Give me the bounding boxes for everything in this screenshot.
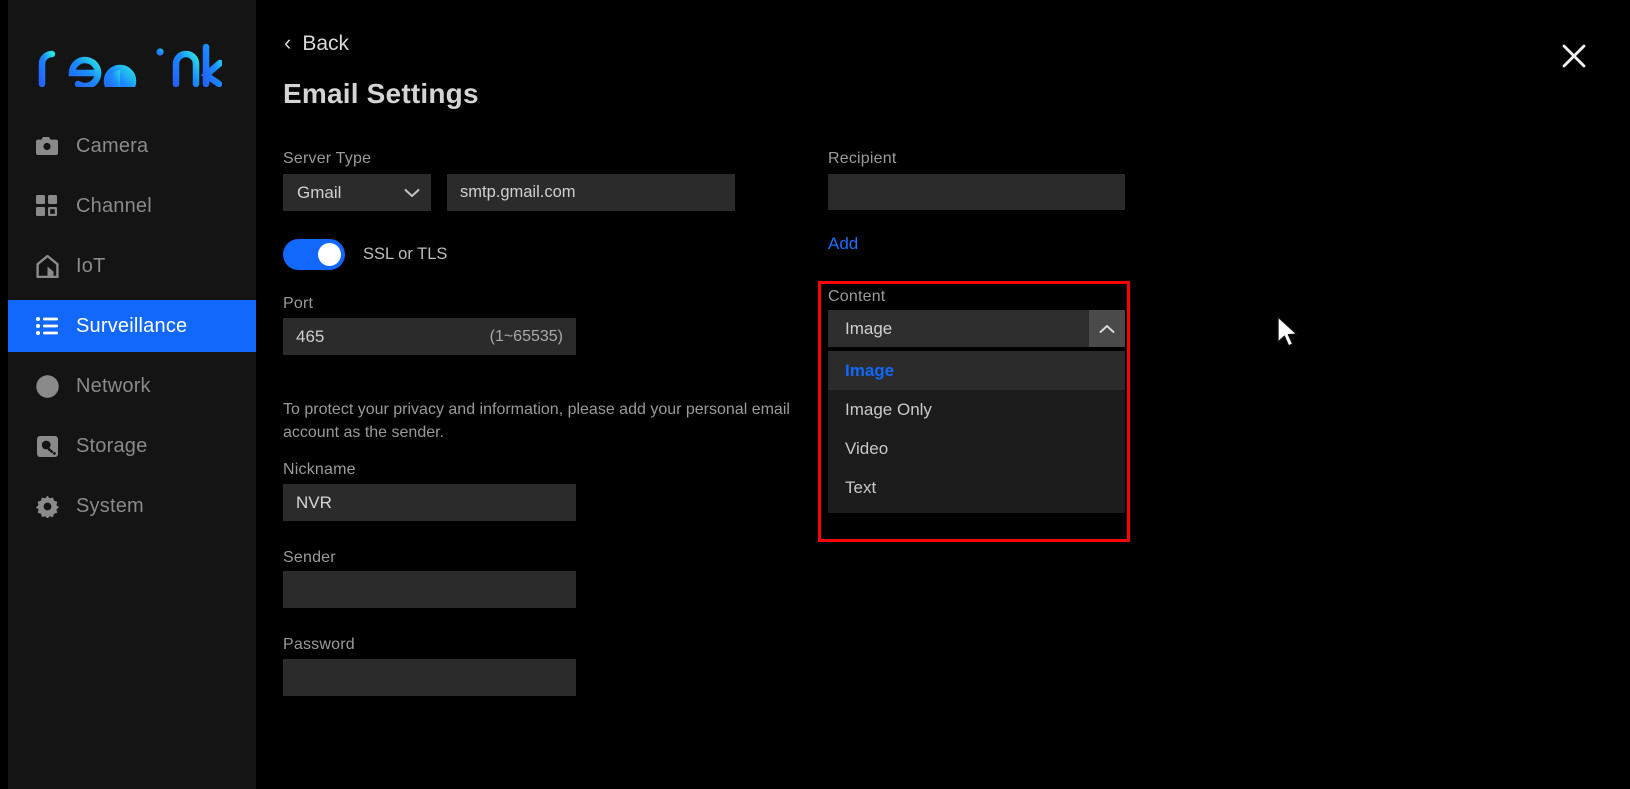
server-type-select[interactable]: Gmail xyxy=(283,174,431,211)
recipient-label: Recipient xyxy=(828,150,897,167)
back-label: Back xyxy=(302,32,350,55)
grid-icon xyxy=(34,193,60,219)
sidebar-item-label: Storage xyxy=(76,434,148,457)
home-icon xyxy=(34,253,60,279)
content-option-image-only[interactable]: Image Only xyxy=(828,390,1125,429)
reolink-logo xyxy=(36,38,226,92)
content-option-text[interactable]: Text xyxy=(828,468,1125,507)
camera-icon xyxy=(34,133,60,159)
list-icon xyxy=(34,313,60,339)
sender-label: Sender xyxy=(283,549,336,566)
chevron-down-icon xyxy=(404,188,420,198)
hard-disk-icon xyxy=(34,433,60,459)
server-host-value: smtp.gmail.com xyxy=(460,183,576,201)
globe-icon xyxy=(34,373,60,399)
ssl-toggle[interactable] xyxy=(283,239,345,270)
recipient-input[interactable] xyxy=(828,174,1125,210)
option-label: Video xyxy=(845,438,889,458)
password-input[interactable] xyxy=(283,659,576,696)
back-button[interactable]: ‹ Back xyxy=(284,32,349,56)
content-selected-value: Image xyxy=(845,318,893,338)
chevron-up-icon[interactable] xyxy=(1089,310,1125,347)
nickname-label: Nickname xyxy=(283,461,356,478)
sidebar-item-channel[interactable]: Channel xyxy=(8,180,256,232)
option-label: Text xyxy=(845,477,877,497)
content-option-video[interactable]: Video xyxy=(828,429,1125,468)
sidebar-nav: Camera Channel IoT Surveillance Network … xyxy=(8,120,256,540)
content-dropdown-list: Image Image Only Video Text xyxy=(828,351,1125,513)
port-range-hint: (1~65535) xyxy=(489,327,563,345)
sidebar-item-label: Network xyxy=(76,374,151,397)
main-content: ‹ Back Email Settings Server Type Gmail … xyxy=(256,0,1630,789)
port-input[interactable]: 465 (1~65535) xyxy=(283,318,576,355)
port-value: 465 xyxy=(296,326,325,346)
sidebar-item-storage[interactable]: Storage xyxy=(8,420,256,472)
privacy-note: To protect your privacy and information,… xyxy=(283,401,790,442)
sender-input[interactable] xyxy=(283,571,576,608)
server-type-value: Gmail xyxy=(297,182,342,202)
sidebar: Camera Channel IoT Surveillance Network … xyxy=(8,0,256,789)
content-select[interactable]: Image xyxy=(828,310,1125,347)
server-host-input[interactable]: smtp.gmail.com xyxy=(447,174,735,211)
close-button[interactable] xyxy=(1556,38,1592,74)
server-type-label: Server Type xyxy=(283,150,372,167)
sidebar-item-network[interactable]: Network xyxy=(8,360,256,412)
mouse-pointer-icon xyxy=(1275,316,1301,350)
chevron-left-icon: ‹ xyxy=(284,30,292,55)
close-icon xyxy=(1562,44,1586,68)
app-window: Camera Channel IoT Surveillance Network … xyxy=(0,0,1630,789)
toggle-knob xyxy=(318,243,341,266)
sidebar-item-label: Camera xyxy=(76,134,149,157)
password-label: Password xyxy=(283,636,355,653)
gear-icon xyxy=(34,493,60,519)
add-recipient-link[interactable]: Add xyxy=(828,234,858,254)
nickname-input[interactable]: NVR xyxy=(283,484,576,521)
ssl-label: SSL or TLS xyxy=(363,245,448,263)
option-label: Image Only xyxy=(845,399,932,419)
sidebar-item-label: Channel xyxy=(76,194,152,217)
port-label: Port xyxy=(283,295,314,312)
sidebar-item-camera[interactable]: Camera xyxy=(8,120,256,172)
sidebar-item-label: IoT xyxy=(76,254,106,277)
option-label: Image xyxy=(845,360,895,380)
sidebar-item-label: System xyxy=(76,494,144,517)
sidebar-item-iot[interactable]: IoT xyxy=(8,240,256,292)
sidebar-item-system[interactable]: System xyxy=(8,480,256,532)
page-title: Email Settings xyxy=(283,78,479,109)
sidebar-item-label: Surveillance xyxy=(76,314,188,337)
content-option-image[interactable]: Image xyxy=(828,351,1125,390)
nickname-value: NVR xyxy=(296,492,332,512)
content-label: Content xyxy=(828,288,886,305)
sidebar-item-surveillance[interactable]: Surveillance xyxy=(8,300,256,352)
ssl-toggle-row: SSL or TLS xyxy=(283,239,447,270)
